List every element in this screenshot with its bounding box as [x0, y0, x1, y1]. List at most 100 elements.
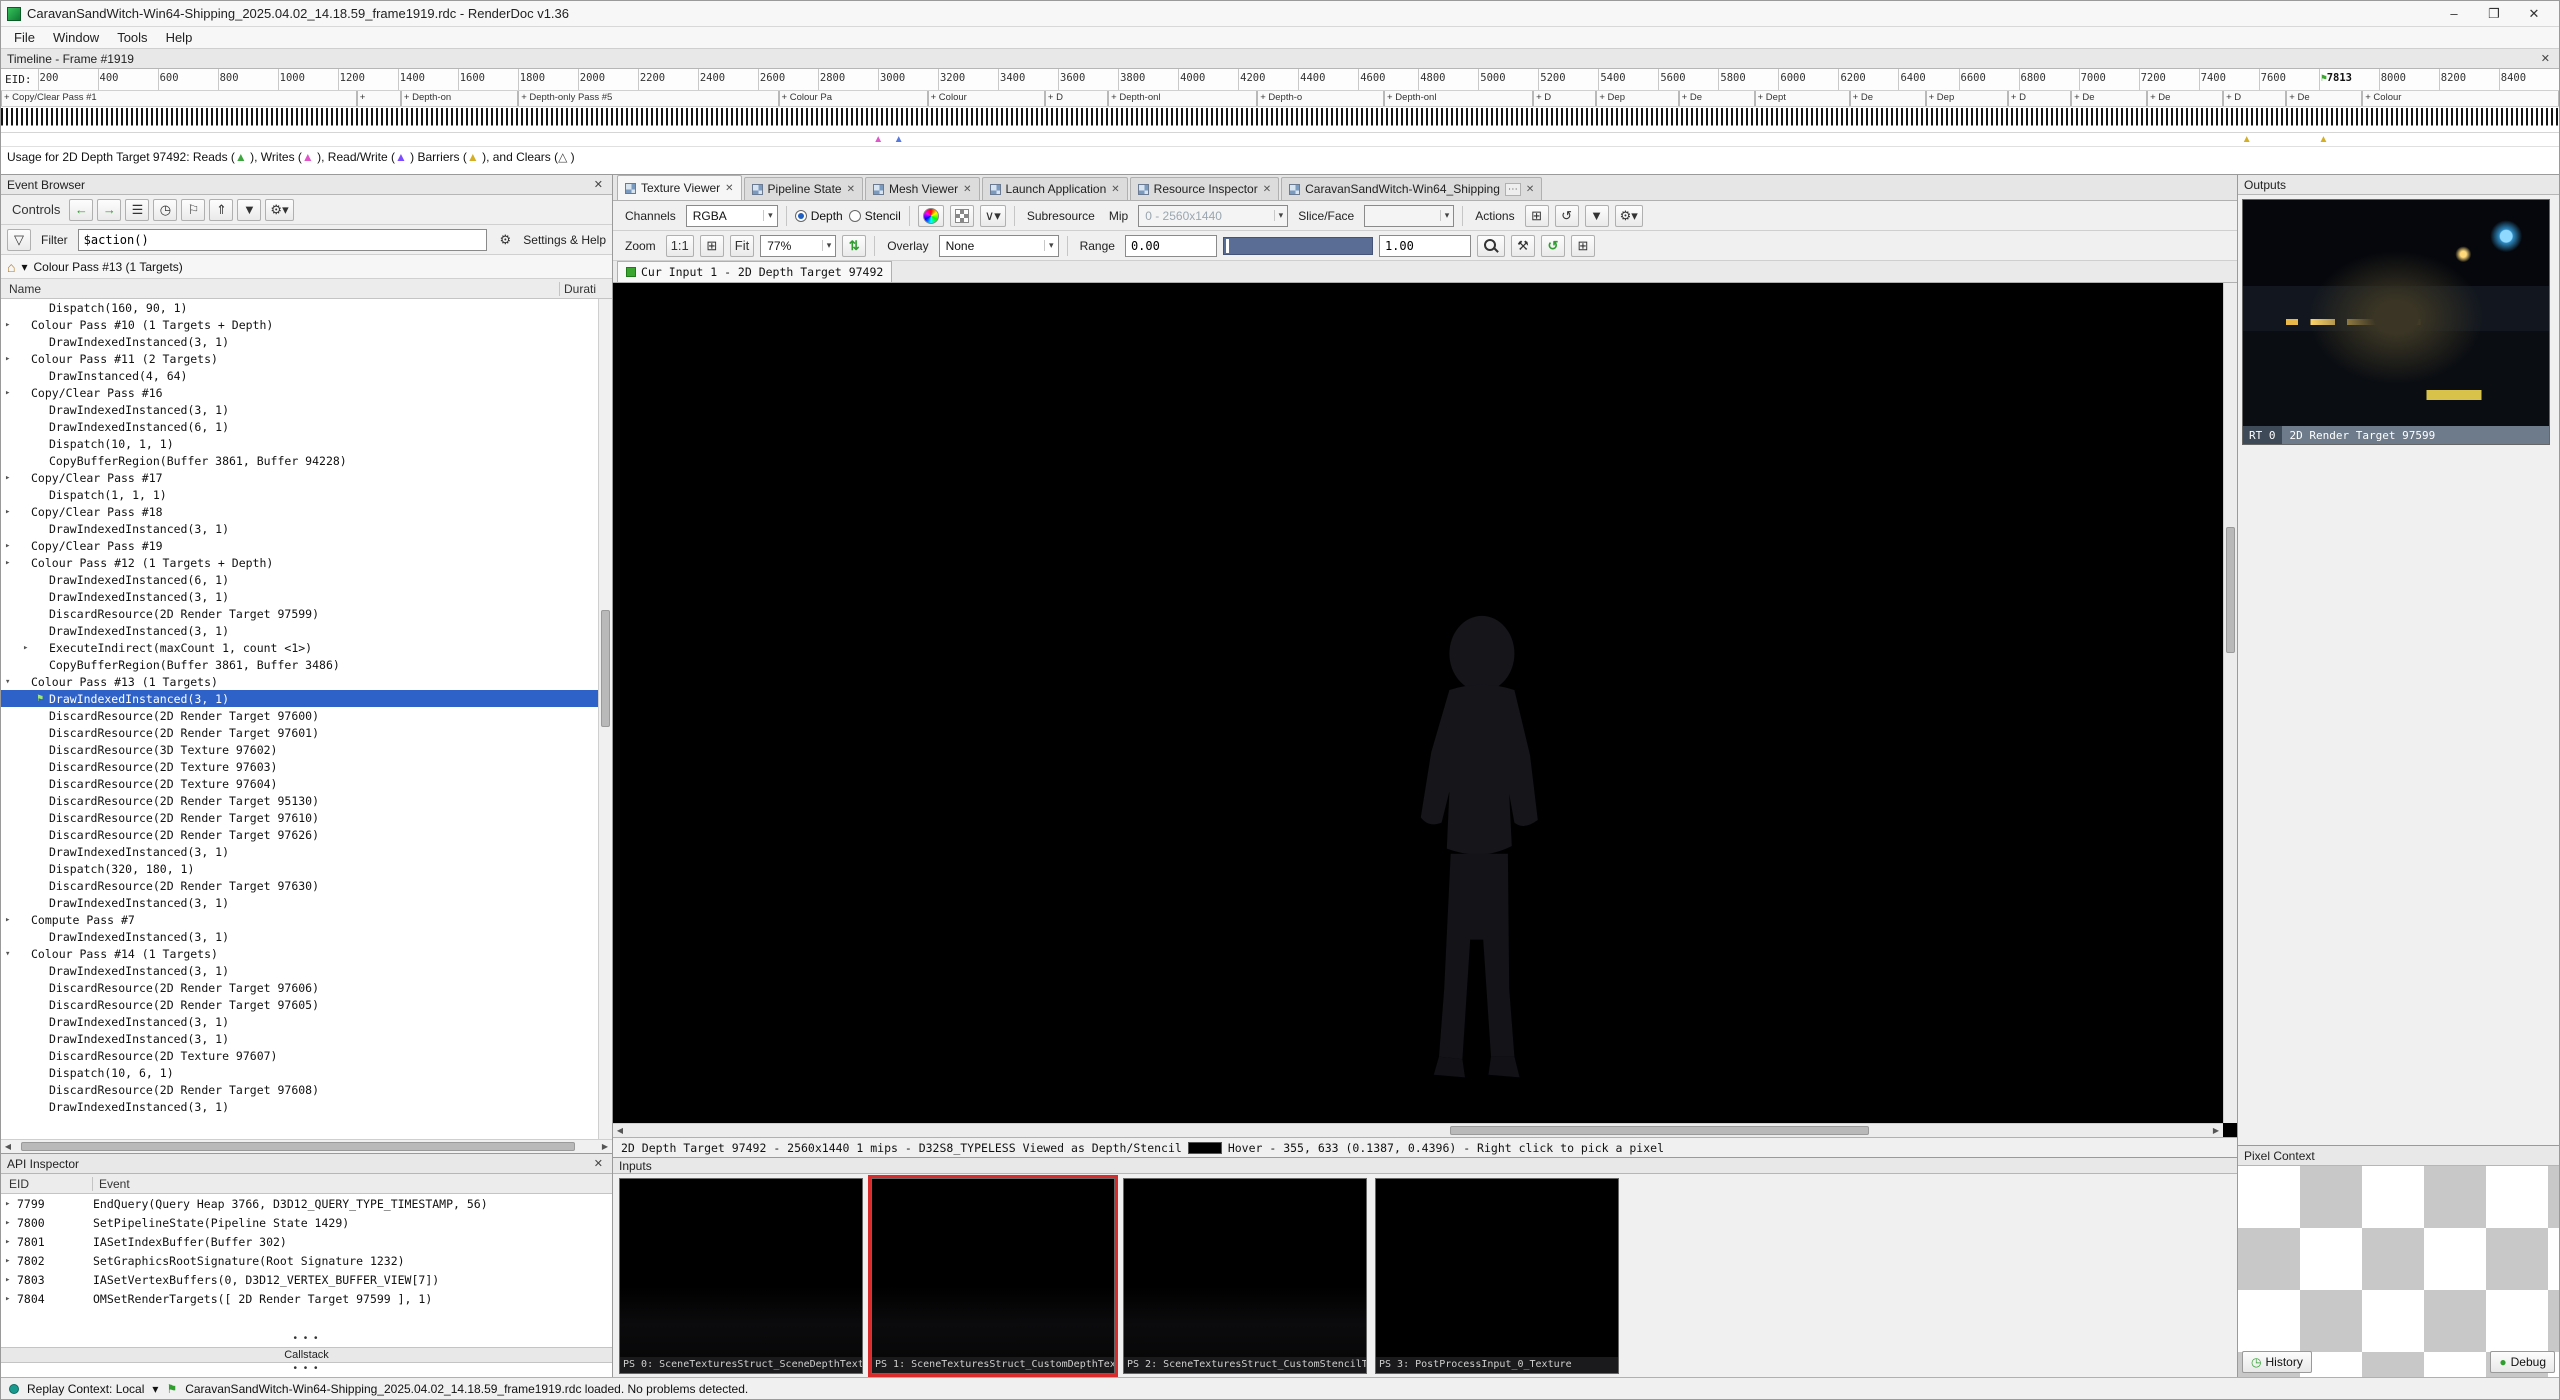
breadcrumb[interactable]: Colour Pass #13 (1 Targets) [34, 260, 183, 274]
event-row[interactable]: CopyBufferRegion(Buffer 3861, Buffer 942… [1, 452, 598, 469]
scrollbar-thumb[interactable] [1450, 1126, 1869, 1135]
scroll-left-icon[interactable]: ◀ [613, 1126, 627, 1135]
channels-select[interactable]: RGBA▾ [686, 205, 778, 227]
event-browser-vertical-scrollbar[interactable] [598, 299, 612, 1139]
document-tab[interactable]: Pipeline State ⋯ ✕ [744, 177, 863, 200]
api-inspector-close-icon[interactable]: ✕ [591, 1157, 606, 1170]
event-row[interactable]: DrawIndexedInstanced(3, 1) [1, 894, 598, 911]
api-call-row[interactable]: ▸ 7801 IASetIndexBuffer(Buffer 302) [1, 1232, 612, 1251]
event-row[interactable]: DiscardResource(2D Render Target 97601) [1, 724, 598, 741]
event-row[interactable]: DrawIndexedInstanced(6, 1) [1, 571, 598, 588]
event-row[interactable]: DrawIndexedInstanced(3, 1) [1, 843, 598, 860]
range-slider[interactable] [1223, 237, 1373, 255]
column-name[interactable]: Name [1, 282, 560, 296]
api-call-row[interactable]: ▸ 7802 SetGraphicsRootSignature(Root Sig… [1, 1251, 612, 1270]
gear-icon[interactable]: ⚙ [499, 232, 511, 248]
save-icon[interactable]: ▼ [1590, 208, 1603, 223]
event-row[interactable]: ▾ Colour Pass #13 (1 Targets) [1, 673, 598, 690]
texture-view[interactable]: ◀ ▶ [613, 283, 2237, 1137]
event-row[interactable]: DiscardResource(2D Render Target 97600) [1, 707, 598, 724]
column-duration[interactable]: Durati [560, 282, 612, 296]
document-tab[interactable]: CaravanSandWitch-Win64_Shipping ⋯ ✕ [1281, 177, 1542, 200]
document-tab[interactable]: Launch Application ⋯ ✕ [982, 177, 1128, 200]
event-row[interactable]: DrawInstanced(4, 64) [1, 367, 598, 384]
event-row[interactable]: DiscardResource(2D Texture 97603) [1, 758, 598, 775]
expander-icon[interactable]: ▸ [5, 388, 19, 398]
column-event[interactable]: Event [93, 1177, 612, 1191]
expander-icon[interactable]: ▸ [1, 1218, 17, 1228]
expander-icon[interactable]: ▸ [5, 354, 19, 364]
slice-face-select[interactable]: ▾ [1364, 205, 1454, 227]
event-row[interactable]: DrawIndexedInstanced(3, 1) [1, 1013, 598, 1030]
event-row[interactable]: ▸ ExecuteIndirect(maxCount 1, count <1>) [1, 639, 598, 656]
clock-icon[interactable]: ◷ [160, 202, 171, 218]
timeline-pass-segment[interactable]: + D [1045, 91, 1108, 106]
range-max-input[interactable] [1379, 235, 1471, 257]
menu-item[interactable]: Help [157, 28, 202, 47]
event-row[interactable]: DiscardResource(2D Render Target 95130) [1, 792, 598, 809]
filter-input[interactable] [78, 229, 488, 251]
scroll-right-icon[interactable]: ▶ [598, 1142, 612, 1151]
range-min-input[interactable] [1125, 235, 1217, 257]
wrench-icon[interactable]: ⚒ [1517, 238, 1529, 254]
maximize-button[interactable]: ❐ [2475, 3, 2513, 25]
timeline-pass-segment[interactable]: + Dep [1596, 91, 1678, 106]
timeline-pass-segment[interactable]: + Depth-onl [1384, 91, 1533, 106]
expander-icon[interactable]: ▸ [5, 320, 19, 330]
scrollbar-thumb[interactable] [2226, 527, 2235, 653]
event-row[interactable]: DiscardResource(3D Texture 97602) [1, 741, 598, 758]
expander-icon[interactable]: ▸ [5, 558, 19, 568]
zoom-1to1-button[interactable]: 1:1 [666, 235, 694, 257]
close-button[interactable]: ✕ [2515, 3, 2553, 25]
timeline-pass-segment[interactable]: + D [2223, 91, 2286, 106]
expander-icon[interactable]: ▸ [5, 473, 19, 483]
scrollbar-thumb[interactable] [601, 610, 610, 728]
event-row[interactable]: DrawIndexedInstanced(3, 1) [1, 401, 598, 418]
settings-help-link[interactable]: Settings & Help [523, 233, 606, 247]
timeline-pass-segment[interactable]: + Depth-o [1257, 91, 1384, 106]
timeline-pass-segment[interactable]: + Depth-on [401, 91, 518, 106]
event-row[interactable]: ▸ Colour Pass #12 (1 Targets + Depth) [1, 554, 598, 571]
input-thumbnail[interactable]: PS 2: SceneTexturesStruct_CustomStencilT… [1123, 1178, 1367, 1374]
timeline-pass-segment[interactable]: + Colour [928, 91, 1045, 106]
timeline-ruler[interactable]: EID: 20040060080010001200140016001800200… [1, 69, 2559, 91]
menu-item[interactable]: Tools [108, 28, 156, 47]
event-row[interactable]: ▸ Copy/Clear Pass #19 [1, 537, 598, 554]
forward-icon[interactable]: → [103, 202, 116, 217]
event-row[interactable]: ▸ Copy/Clear Pass #16 [1, 384, 598, 401]
event-row[interactable]: DiscardResource(2D Texture 97607) [1, 1047, 598, 1064]
grid-icon[interactable]: ⊞ [706, 238, 717, 254]
scroll-left-icon[interactable]: ◀ [1, 1142, 15, 1151]
event-row[interactable]: ▸ Colour Pass #11 (2 Targets) [1, 350, 598, 367]
callstack-section-header[interactable]: Callstack [1, 1347, 612, 1363]
timeline-events-track[interactable] [1, 107, 2559, 133]
zoom-select[interactable]: 77%▾ [760, 235, 836, 257]
input-thumbnail[interactable]: PS 3: PostProcessInput_0_Texture [1375, 1178, 1619, 1374]
event-row[interactable]: ▸ Colour Pass #10 (1 Targets + Depth) [1, 316, 598, 333]
timeline-pass-segment[interactable]: + Colour [2362, 91, 2559, 106]
document-tab[interactable]: Resource Inspector ⋯ ✕ [1130, 177, 1279, 200]
back-icon[interactable]: ← [75, 202, 88, 217]
expander-icon[interactable]: ▸ [1, 1256, 17, 1266]
tab-close-icon[interactable]: ✕ [1263, 184, 1271, 195]
expander-icon[interactable]: ▸ [1, 1294, 17, 1304]
menu-item[interactable]: File [5, 28, 44, 47]
api-call-row[interactable]: ▸ 7799 EndQuery(Query Heap 3766, D3D12_Q… [1, 1194, 612, 1213]
timeline-pass-segment[interactable]: + Copy/Clear Pass #1 [1, 91, 357, 106]
timeline-pass-segment[interactable]: + De [2286, 91, 2362, 106]
document-tab[interactable]: Texture Viewer ⋯ ✕ [617, 175, 742, 200]
timeline-icon[interactable]: ☰ [132, 202, 144, 218]
replay-context-label[interactable]: Replay Context: Local [27, 1382, 144, 1396]
texture-horizontal-scrollbar[interactable]: ◀ ▶ [613, 1123, 2223, 1137]
timeline-pass-segment[interactable]: + Depth-onl [1108, 91, 1257, 106]
timeline-pass-segment[interactable]: + De [1679, 91, 1755, 106]
event-row[interactable]: DrawIndexedInstanced(3, 1) [1, 520, 598, 537]
input-thumbnail[interactable]: PS 1: SceneTexturesStruct_CustomDepthTex… [871, 1178, 1115, 1374]
timeline-pass-segment[interactable]: + De [2071, 91, 2147, 106]
export-icon[interactable]: ⇑ [216, 202, 227, 218]
event-row[interactable]: DiscardResource(2D Render Target 97626) [1, 826, 598, 843]
range-slider-handle[interactable] [1226, 239, 1229, 253]
event-row[interactable]: ▸ Compute Pass #7 [1, 911, 598, 928]
timeline-pass-segment[interactable]: + Depth-only Pass #5 [518, 91, 778, 106]
tab-overflow-icon[interactable]: ⋯ [1505, 183, 1521, 196]
